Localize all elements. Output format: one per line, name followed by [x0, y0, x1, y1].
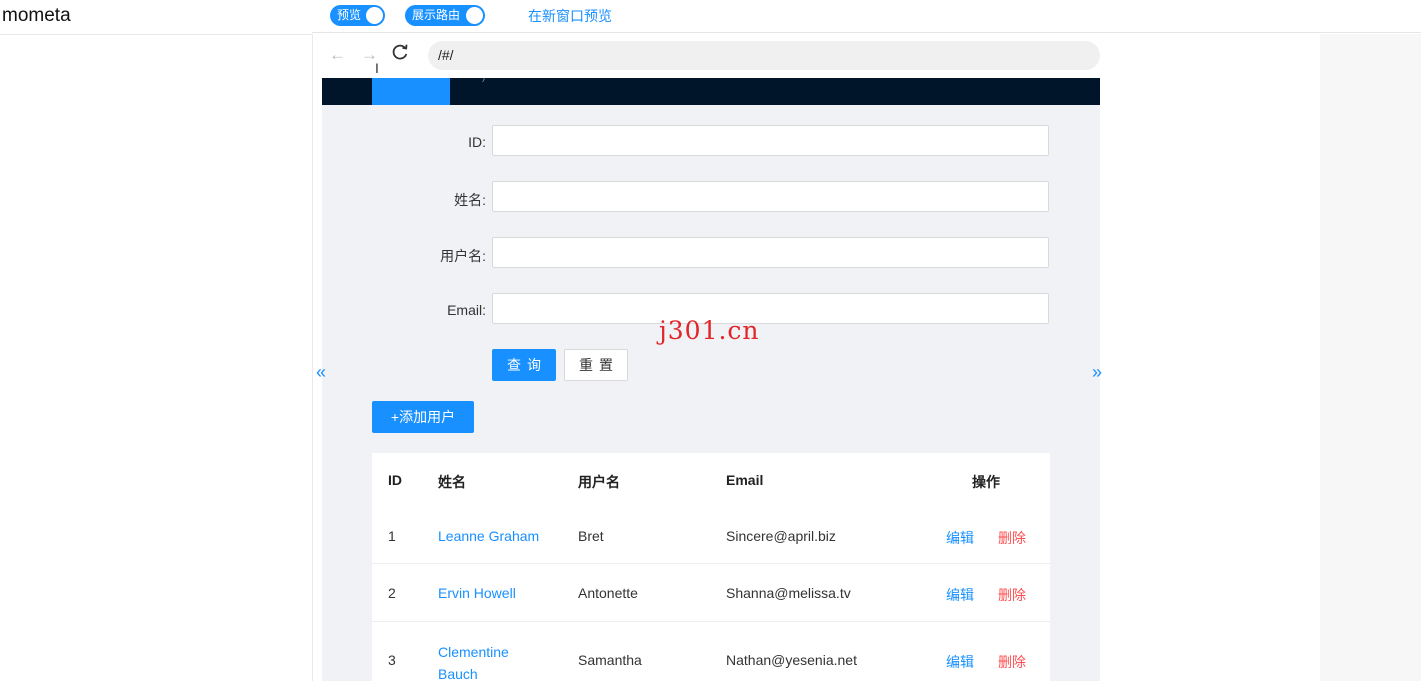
id-input[interactable]: [492, 125, 1049, 156]
sidebar-divider: [0, 34, 312, 35]
prev-page-icon[interactable]: «: [316, 362, 326, 383]
next-page-icon[interactable]: »: [1092, 362, 1102, 383]
row-1-name-link[interactable]: Leanne Graham: [438, 528, 539, 544]
show-route-toggle[interactable]: 展示路由: [405, 5, 485, 26]
show-route-toggle-label: 展示路由: [412, 8, 461, 22]
header-menu-item[interactable]: ): [482, 78, 485, 83]
row-2-email: Shanna@melissa.tv: [726, 585, 851, 601]
reset-button[interactable]: 重置: [564, 349, 628, 381]
column-header-name: 姓名: [438, 474, 466, 490]
row-divider: [372, 621, 1050, 622]
preview-frame: ) ID: 姓名: 用户名: Email: 查询 重置 +添加用户 ID 姓名 …: [322, 78, 1100, 681]
right-panel: [1320, 34, 1421, 681]
row-3-id: 3: [388, 652, 396, 668]
url-bar[interactable]: /#/: [428, 41, 1100, 70]
row-2-name-link[interactable]: Ervin Howell: [438, 585, 516, 601]
row-2-id: 2: [388, 585, 396, 601]
row-3-delete-button[interactable]: 删除: [998, 652, 1026, 672]
toolbar-divider: [312, 32, 1421, 33]
row-3-username: Samantha: [578, 652, 642, 668]
panel-divider: [312, 34, 313, 681]
app-header: ): [322, 78, 1100, 105]
name-input[interactable]: [492, 181, 1049, 212]
row-3-edit-button[interactable]: 编辑: [946, 652, 974, 672]
row-1-id: 1: [388, 528, 396, 544]
header-active-tab[interactable]: [372, 78, 450, 105]
open-new-window-link[interactable]: 在新窗口预览: [528, 6, 612, 26]
row-2-delete-button[interactable]: 删除: [998, 585, 1026, 605]
row-1-delete-button[interactable]: 删除: [998, 528, 1026, 548]
add-user-button[interactable]: +添加用户: [372, 401, 474, 433]
column-header-username: 用户名: [578, 474, 620, 490]
email-label: Email:: [447, 302, 486, 318]
toggle-knob: [366, 7, 383, 24]
row-1-username: Bret: [578, 528, 604, 544]
username-input[interactable]: [492, 237, 1049, 268]
id-label: ID:: [468, 134, 486, 150]
email-input[interactable]: [492, 293, 1049, 324]
column-header-email: Email: [726, 472, 764, 488]
row-3-name-link[interactable]: Clementine Bauch: [438, 641, 528, 681]
watermark-text: j301.cn: [659, 316, 760, 345]
row-2-edit-button[interactable]: 编辑: [946, 585, 974, 605]
row-1-edit-button[interactable]: 编辑: [946, 528, 974, 548]
preview-toggle-label: 预览: [337, 8, 362, 22]
users-table: ID 姓名 用户名 Email 操作 1 Leanne Graham Bret …: [372, 453, 1050, 681]
reload-icon[interactable]: [391, 43, 409, 67]
app-title: mometa: [2, 5, 71, 26]
back-icon[interactable]: ←: [329, 45, 346, 65]
row-2-username: Antonette: [578, 585, 638, 601]
text-cursor-icon: I: [375, 60, 379, 76]
username-label: 用户名:: [440, 248, 486, 264]
row-divider: [372, 563, 1050, 564]
row-1-email: Sincere@april.biz: [726, 528, 836, 544]
column-header-id: ID: [388, 472, 402, 488]
preview-toggle[interactable]: 预览: [330, 5, 385, 26]
column-header-actions: 操作: [972, 474, 1000, 490]
name-label: 姓名:: [454, 192, 486, 208]
query-button[interactable]: 查询: [492, 349, 556, 381]
toggle-knob: [466, 7, 483, 24]
row-3-email: Nathan@yesenia.net: [726, 652, 857, 668]
